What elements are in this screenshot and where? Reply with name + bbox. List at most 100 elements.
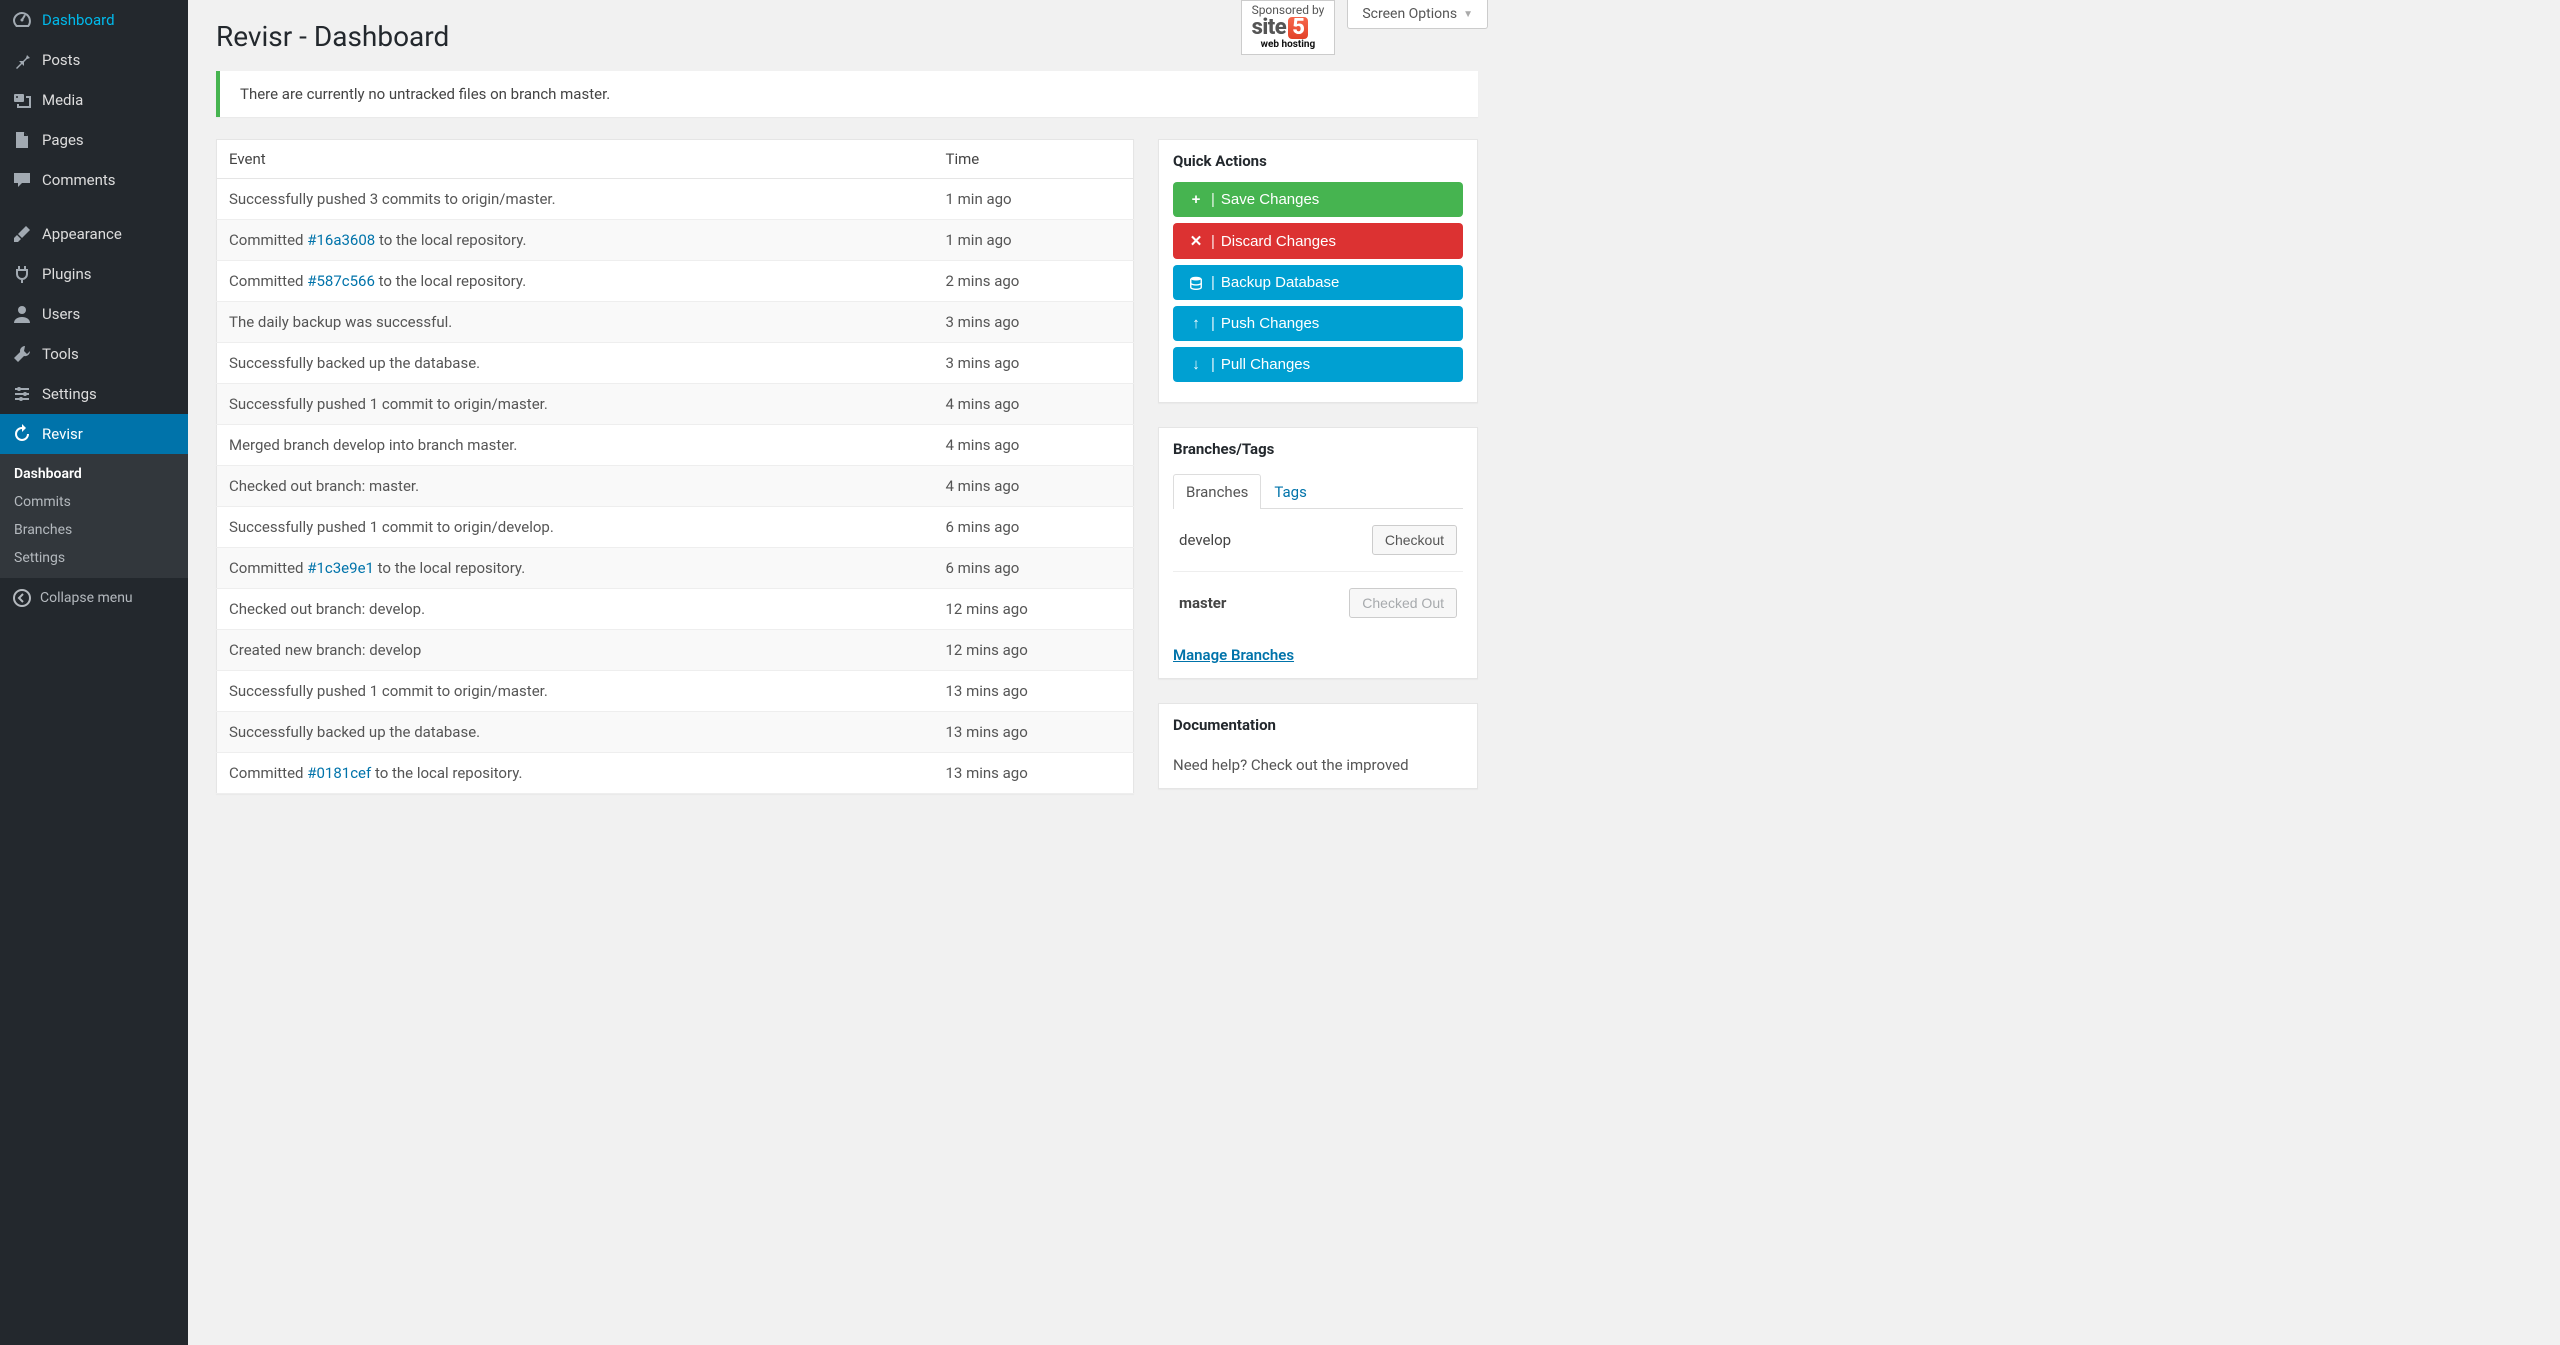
checked-out-button: Checked Out [1349,588,1457,618]
event-cell: Committed #16a3608 to the local reposito… [217,220,934,261]
pull-label: Pull Changes [1221,356,1310,373]
table-row: Successfully pushed 1 commit to origin/m… [217,384,1134,425]
arrow-up-icon: ↑ [1187,315,1205,332]
submenu-item-branches[interactable]: Branches [0,516,188,544]
sidebar-item-label: Tools [42,345,79,363]
time-cell: 4 mins ago [934,466,1134,507]
screen-options-label: Screen Options [1362,6,1457,22]
discard-label: Discard Changes [1221,233,1336,250]
sidebar-item-label: Dashboard [42,11,115,29]
table-row: Merged branch develop into branch master… [217,425,1134,466]
branch-row: develop Checkout [1173,509,1463,572]
database-icon [1187,276,1205,290]
sidebar-item-label: Plugins [42,265,91,283]
time-cell: 12 mins ago [934,589,1134,630]
sidebar-item-posts[interactable]: Posts [0,40,188,80]
collapse-menu[interactable]: Collapse menu [0,578,188,618]
table-row: The daily backup was successful.3 mins a… [217,302,1134,343]
commit-link[interactable]: #1c3e9e1 [307,559,374,577]
pin-icon [12,50,32,70]
table-row: Checked out branch: master.4 mins ago [217,466,1134,507]
tab-branches[interactable]: Branches [1173,474,1261,509]
table-row: Committed #587c566 to the local reposito… [217,261,1134,302]
collapse-icon [12,588,32,608]
sidebar-item-label: Users [42,305,80,323]
discard-changes-button[interactable]: ✕|Discard Changes [1173,223,1463,259]
branches-title: Branches/Tags [1159,428,1477,470]
table-row: Successfully pushed 3 commits to origin/… [217,179,1134,220]
sponsor-brand: site [1252,17,1287,39]
sidebar-item-media[interactable]: Media [0,80,188,120]
sidebar-item-dashboard[interactable]: Dashboard [0,0,188,40]
plug-icon [12,264,32,284]
quick-actions-box: Quick Actions +|Save Changes ✕|Discard C… [1158,139,1478,403]
table-row: Created new branch: develop12 mins ago [217,630,1134,671]
sidebar-item-settings[interactable]: Settings [0,374,188,414]
events-header-event: Event [217,140,934,179]
sidebar-item-users[interactable]: Users [0,294,188,334]
sidebar-item-label: Pages [42,131,84,149]
revisr-icon [12,424,32,444]
backup-database-button[interactable]: |Backup Database [1173,265,1463,300]
time-cell: 3 mins ago [934,343,1134,384]
branch-name: develop [1179,531,1231,549]
table-row: Successfully pushed 1 commit to origin/d… [217,507,1134,548]
sidebar-item-tools[interactable]: Tools [0,334,188,374]
event-cell: Committed #587c566 to the local reposito… [217,261,934,302]
time-cell: 1 min ago [934,179,1134,220]
sidebar-item-revisr[interactable]: Revisr [0,414,188,454]
pull-changes-button[interactable]: ↓|Pull Changes [1173,347,1463,382]
commit-link[interactable]: #16a3608 [307,231,375,249]
sponsor-tagline: web hosting [1252,39,1325,50]
sponsor-five-icon: 5 [1288,17,1308,39]
quick-actions-title: Quick Actions [1159,140,1477,182]
sponsor-box[interactable]: Sponsored by site5 web hosting [1241,0,1336,55]
documentation-text: Need help? Check out the improved [1159,746,1477,788]
time-cell: 13 mins ago [934,712,1134,753]
table-row: Successfully pushed 1 commit to origin/m… [217,671,1134,712]
tab-tags[interactable]: Tags [1261,474,1319,509]
table-row: Successfully backed up the database.3 mi… [217,343,1134,384]
commit-link[interactable]: #0181cef [307,764,371,782]
time-cell: 13 mins ago [934,671,1134,712]
plus-icon: + [1187,191,1205,208]
sidebar-item-label: Revisr [42,425,83,443]
event-cell: Merged branch develop into branch master… [217,425,934,466]
sidebar-item-appearance[interactable]: Appearance [0,214,188,254]
time-cell: 4 mins ago [934,384,1134,425]
user-icon [12,304,32,324]
time-cell: 4 mins ago [934,425,1134,466]
time-cell: 3 mins ago [934,302,1134,343]
commit-link[interactable]: #587c566 [307,272,375,290]
arrow-down-icon: ↓ [1187,356,1205,373]
time-cell: 12 mins ago [934,630,1134,671]
screen-options-button[interactable]: Screen Options ▼ [1347,0,1488,29]
dashboard-icon [12,10,32,30]
time-cell: 6 mins ago [934,507,1134,548]
event-cell: Created new branch: develop [217,630,934,671]
sponsor-logo: site5 [1252,17,1325,39]
branches-box: Branches/Tags Branches Tags develop Check… [1158,427,1478,679]
save-changes-button[interactable]: +|Save Changes [1173,182,1463,217]
time-cell: 13 mins ago [934,753,1134,794]
submenu-item-commits[interactable]: Commits [0,488,188,516]
push-changes-button[interactable]: ↑|Push Changes [1173,306,1463,341]
checkout-button[interactable]: Checkout [1372,525,1457,555]
table-row: Successfully backed up the database.13 m… [217,712,1134,753]
event-cell: Successfully pushed 3 commits to origin/… [217,179,934,220]
sidebar-item-pages[interactable]: Pages [0,120,188,160]
sidebar-item-label: Appearance [42,225,122,243]
sidebar-item-comments[interactable]: Comments [0,160,188,200]
event-cell: Successfully pushed 1 commit to origin/d… [217,507,934,548]
event-cell: Successfully backed up the database. [217,343,934,384]
event-cell: Checked out branch: master. [217,466,934,507]
sidebar-item-plugins[interactable]: Plugins [0,254,188,294]
time-cell: 2 mins ago [934,261,1134,302]
events-header-time: Time [934,140,1134,179]
sidebar-item-label: Posts [42,51,80,69]
time-cell: 1 min ago [934,220,1134,261]
submenu-item-dashboard[interactable]: Dashboard [0,460,188,488]
submenu-item-settings[interactable]: Settings [0,544,188,572]
event-cell: Successfully pushed 1 commit to origin/m… [217,671,934,712]
manage-branches-link[interactable]: Manage Branches [1173,646,1294,664]
